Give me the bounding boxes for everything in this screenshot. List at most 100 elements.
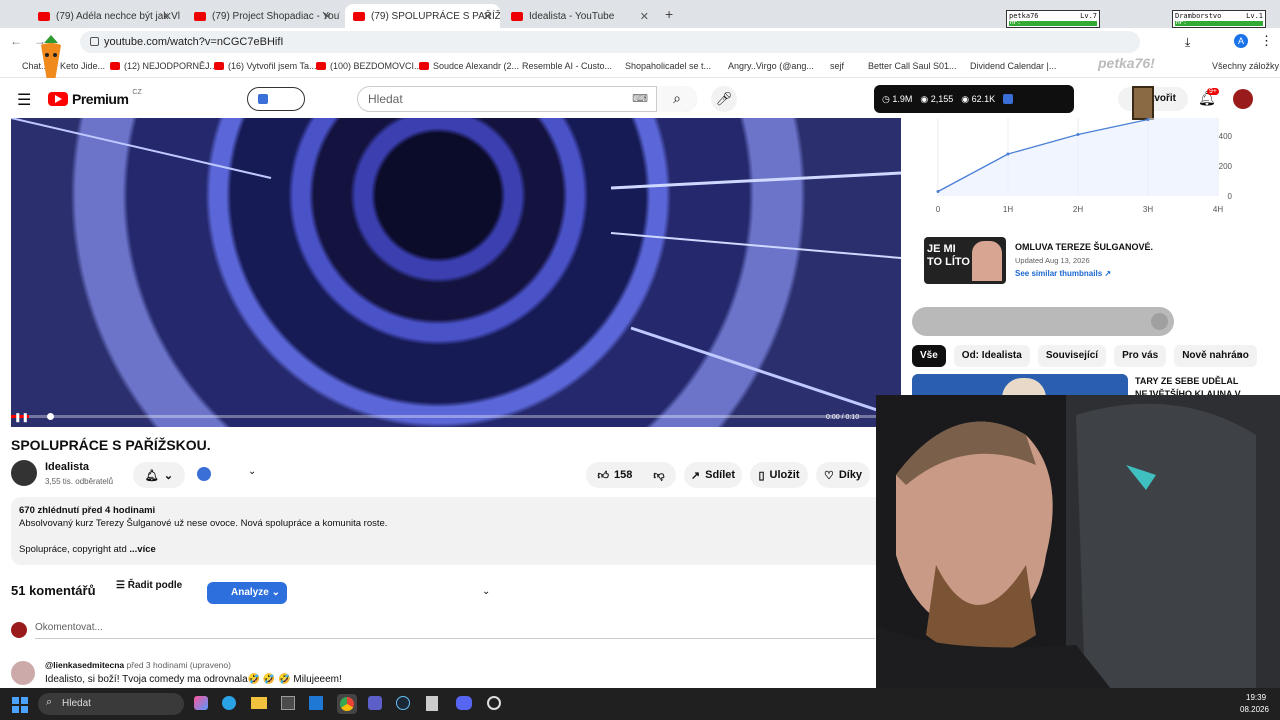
thanks-button[interactable]: ♡ Díky (816, 462, 870, 488)
scrubber-handle[interactable] (46, 413, 54, 420)
browser-tab[interactable]: (79) Project Shopadiac - YouTu...✕ (186, 4, 340, 28)
bookmark-item[interactable]: Keto Jide... (60, 61, 105, 71)
bookmark-item[interactable]: (100) BEZDOMOVCI... (316, 61, 422, 71)
search-input[interactable]: Hledat ⌨ (357, 86, 697, 112)
share-button[interactable]: ↗ Sdílet (684, 462, 742, 488)
progress-bar[interactable] (11, 415, 901, 418)
extension-search-bar[interactable] (912, 307, 1174, 336)
site-info-icon[interactable] (90, 37, 99, 46)
browser-tab-active[interactable]: (79) SPOLUPRÁCE S PAŘÍŽSKOU...✕ (345, 4, 500, 28)
mic-icon[interactable]: 🎤︎ (711, 86, 737, 112)
chart-point (1006, 152, 1010, 156)
close-icon[interactable]: ✕ (163, 10, 172, 23)
back-icon[interactable]: ← (10, 34, 22, 48)
bookmark-item[interactable]: Angry..Virgo (@ang... (728, 61, 814, 71)
overlay-player-card: Dramborstvo Lv.1 HP: (1172, 10, 1266, 28)
channel-name[interactable]: Idealista (45, 461, 89, 473)
sort-button[interactable]: ☰ Řadit podle (116, 580, 182, 591)
search-icon: ⌕ (673, 90, 681, 106)
extension-icon (258, 94, 268, 104)
extension-icon[interactable] (1003, 94, 1014, 104)
chip-from-channel[interactable]: Od: Idealista (953, 345, 1030, 367)
clock-time: 19:39 (1246, 693, 1267, 702)
outlook-icon[interactable] (309, 696, 323, 710)
overlay-player-card: petka76 Lv.7 HP: (1006, 10, 1100, 28)
chip-new[interactable]: Nově nahráno (1174, 345, 1257, 367)
see-similar-link[interactable]: See similar thumbnails ↗ (1015, 269, 1111, 278)
profile-avatar[interactable]: A (1234, 34, 1248, 48)
x-tick-label: 4H (1213, 205, 1223, 214)
windows-start-icon[interactable] (12, 697, 28, 713)
store-icon[interactable] (281, 696, 295, 710)
chevron-down-icon: ⌄ (163, 469, 174, 482)
bookmark-item[interactable]: Resemble AI - Custo... (522, 61, 612, 71)
bookmark-item[interactable]: sejf (830, 61, 844, 71)
download-icon[interactable]: ⤓ (1185, 35, 1190, 50)
video-player[interactable]: ❚❚ 0:00 / 0:10 (11, 118, 901, 427)
description-box[interactable]: 670 zhlédnutí před 4 hodinami Absolvovan… (11, 497, 891, 565)
chrome-icon[interactable] (340, 697, 354, 711)
chart-point (1146, 118, 1150, 121)
pause-icon[interactable]: ❚❚ (14, 412, 29, 423)
bookmark-item[interactable]: Soudce Alexandr (2... (419, 61, 519, 71)
search-button[interactable]: ⌕ (656, 86, 697, 112)
close-icon[interactable]: ✕ (640, 10, 649, 23)
bookmark-item[interactable]: Dividend Calendar |... (970, 61, 1056, 71)
bookmark-item[interactable]: (16) Vytvořil jsem Ta... (214, 61, 317, 71)
chip-for-you[interactable]: Pro vás (1114, 345, 1167, 367)
youtube-premium-logo[interactable]: Premium CZ (48, 89, 142, 107)
subs-stat: ◷ 1.9M (882, 93, 913, 104)
thumb-card-updated: Updated Aug 13, 2026 (1015, 256, 1090, 265)
save-button[interactable]: ▯ Uložit (750, 462, 808, 488)
menu-kebab-icon[interactable]: ⋮ (1260, 33, 1273, 49)
channel-avatar[interactable] (11, 460, 37, 486)
comment-text: Idealisto, si boží! Tvoja comedy ma odro… (45, 674, 342, 685)
steam-icon[interactable] (396, 696, 410, 710)
obs-icon[interactable] (487, 696, 501, 710)
streamer-watermark: petka76! (1098, 55, 1155, 71)
browser-tab[interactable]: Idealista - YouTube ✕ (503, 4, 657, 28)
close-icon[interactable]: ✕ (323, 10, 332, 23)
hamburger-menu-icon[interactable]: ☰ (17, 90, 31, 110)
address-bar-row: ← → youtube.com/watch?v=nCGC7eBHifI ⤓ A … (0, 28, 1280, 56)
all-bookmarks[interactable]: Všechny záložky (1212, 61, 1279, 71)
chevron-down-icon[interactable]: ⌄ (482, 586, 490, 597)
discord-icon[interactable] (456, 696, 472, 710)
like-dislike-button[interactable]: 👍︎ 158 👎︎ (586, 462, 676, 488)
y-tick-label: 400 (1219, 132, 1233, 141)
teams-icon[interactable] (368, 696, 382, 710)
subscribe-bell-button[interactable]: 🔔︎ ⌄ (133, 462, 185, 488)
channel-avatar[interactable] (1233, 89, 1253, 109)
hp-bar: HP: (1175, 19, 1263, 26)
close-icon[interactable]: ✕ (483, 10, 492, 23)
thumbnail-image[interactable]: JE MI TO LÍTO (924, 237, 1006, 284)
extension-icon[interactable] (197, 467, 211, 481)
browser-tab[interactable]: (79) Adéla nechce být jak Vladi...✕ (30, 4, 180, 28)
analyze-button[interactable]: Analyze ⌄ (207, 582, 287, 604)
edge-icon[interactable] (222, 696, 236, 710)
pixel-character-overlay (1132, 86, 1154, 120)
keyboard-icon[interactable]: ⌨ (632, 87, 648, 111)
video-title: SPOLUPRÁCE S PAŘÍŽSKOU. (11, 437, 211, 453)
bookmark-item[interactable]: (12) NEJODPORNĚJ... (110, 61, 217, 71)
chip-all[interactable]: Vše (912, 345, 946, 367)
chip-related[interactable]: Související (1037, 345, 1107, 367)
browser-tab-strip: (79) Adéla nechce být jak Vladi...✕ (79)… (0, 0, 1280, 28)
bookmark-item[interactable]: Better Call Saul S01... (868, 61, 957, 71)
url-field[interactable]: youtube.com/watch?v=nCGC7eBHifI (80, 31, 1140, 53)
extension-pill[interactable] (247, 87, 305, 111)
youtube-icon (194, 11, 206, 21)
copilot-icon[interactable] (194, 696, 208, 710)
show-more-link[interactable]: ...více (129, 544, 155, 555)
chart-point (936, 190, 940, 193)
taskbar-search[interactable]: Hledat (38, 693, 184, 715)
new-tab-button[interactable]: + (665, 6, 673, 22)
bookmark-item[interactable]: Shopaholicadel se t... (625, 61, 711, 71)
chevron-down-icon[interactable]: ⌄ (248, 466, 256, 477)
calculator-icon[interactable] (426, 696, 438, 711)
comment-input[interactable]: Okomentovat... (35, 622, 875, 639)
file-explorer-icon[interactable] (251, 697, 267, 709)
chevron-right-icon[interactable]: › (1238, 348, 1242, 362)
webcam-frame (876, 395, 1280, 720)
youtube-header: ☰ Premium CZ Hledat ⌨ ⌕ 🎤︎ ◷ 1.9M ◉ 2,155… (0, 78, 1280, 120)
